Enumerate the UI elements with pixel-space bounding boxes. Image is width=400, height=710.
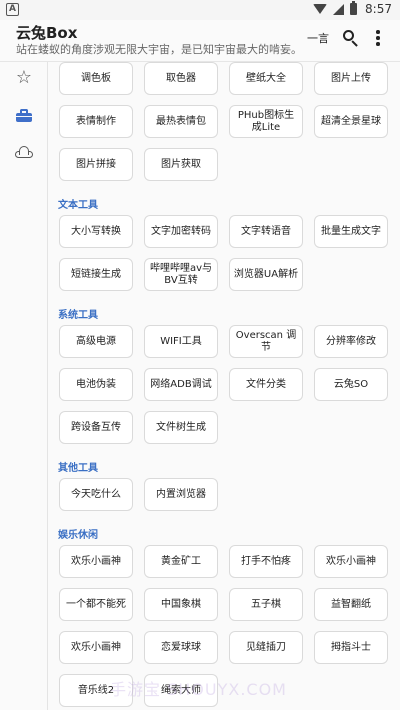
tool-button[interactable]: 益智翻纸: [314, 588, 388, 621]
tools-nav-item[interactable]: [12, 103, 36, 127]
status-bar: A 8:57: [0, 0, 400, 20]
signal-icon: [333, 3, 345, 15]
favorites-nav-item[interactable]: ☆: [12, 66, 36, 90]
tool-button[interactable]: 内置浏览器: [144, 478, 218, 511]
tool-button[interactable]: PHub图标生成Lite: [229, 105, 303, 138]
tool-button[interactable]: 打手不怕疼: [229, 545, 303, 578]
app-bar: 云兔Box 站在蝼蚁的角度涉观无限大宇宙，是已知宇宙最大的啃妄。 一言: [0, 20, 400, 62]
tool-button[interactable]: 今天吃什么: [59, 478, 133, 511]
tool-button[interactable]: 文字加密转码: [144, 215, 218, 248]
more-vert-icon[interactable]: [372, 30, 384, 46]
tool-button[interactable]: Overscan 调节: [229, 325, 303, 358]
app-subtitle: 站在蝼蚁的角度涉观无限大宇宙，是已知宇宙最大的啃妄。: [16, 43, 302, 56]
app-title: 云兔Box: [16, 24, 78, 42]
battery-icon: [350, 1, 358, 15]
tool-button[interactable]: 图片获取: [144, 148, 218, 181]
tool-button[interactable]: 批量生成文字: [314, 215, 388, 248]
navigation-rail: ☆: [0, 62, 48, 710]
notification-app-icon: A: [6, 3, 19, 16]
tools-grid: 调色板 取色器 壁纸大全 图片上传表情制作 最热表情包 PHub图标生成Lite 超清全景星…: [48, 62, 400, 710]
tool-button[interactable]: 欢乐小画神: [59, 545, 133, 578]
tool-button[interactable]: 跨设备互传: [59, 411, 133, 444]
tool-button[interactable]: 云兔SO: [314, 368, 388, 401]
tool-button[interactable]: 欢乐小画神: [314, 545, 388, 578]
tool-button[interactable]: 哔哩哔哩av与BV互转: [144, 258, 218, 291]
cloud-icon: [15, 146, 33, 158]
tool-button[interactable]: 大小写转换: [59, 215, 133, 248]
tool-button[interactable]: 五子棋: [229, 588, 303, 621]
tool-button[interactable]: 文件分类: [229, 368, 303, 401]
status-icons: 8:57: [313, 1, 392, 16]
tool-button[interactable]: 见缝插刀: [229, 631, 303, 664]
tool-button[interactable]: 黄金矿工: [144, 545, 218, 578]
tool-button[interactable]: WIFI工具: [144, 325, 218, 358]
tool-button[interactable]: 一个都不能死: [59, 588, 133, 621]
tool-button[interactable]: 拇指斗士: [314, 631, 388, 664]
tool-button[interactable]: 电池伪装: [59, 368, 133, 401]
cloud-nav-item[interactable]: [12, 140, 36, 164]
yiyan-button[interactable]: 一言: [307, 30, 329, 46]
watermark: 手游宝 SHOUYX.COM: [110, 680, 287, 699]
tool-button[interactable]: 恋爱球球: [144, 631, 218, 664]
tool-button[interactable]: 最热表情包: [144, 105, 218, 138]
tool-button[interactable]: 文件树生成: [144, 411, 218, 444]
tool-button[interactable]: 文字转语音: [229, 215, 303, 248]
tool-button[interactable]: 高级电源: [59, 325, 133, 358]
section-title: 文本工具: [58, 200, 98, 211]
tool-button[interactable]: 浏览器UA解析: [229, 258, 303, 291]
tool-button[interactable]: 欢乐小画神: [59, 631, 133, 664]
tool-button[interactable]: 图片上传: [314, 62, 388, 95]
tool-button[interactable]: 调色板: [59, 62, 133, 95]
wifi-icon: [313, 4, 328, 14]
tool-button[interactable]: 表情制作: [59, 105, 133, 138]
tool-button[interactable]: 图片拼接: [59, 148, 133, 181]
section-title: 系统工具: [58, 310, 98, 321]
tool-button[interactable]: 短链接生成: [59, 258, 133, 291]
tool-button[interactable]: 壁纸大全: [229, 62, 303, 95]
clock: 8:57: [365, 2, 392, 16]
tool-button[interactable]: 分辨率修改: [314, 325, 388, 358]
search-icon[interactable]: [342, 29, 360, 47]
star-icon: ☆: [15, 67, 33, 88]
tool-button[interactable]: 网络ADB调试: [144, 368, 218, 401]
tool-button[interactable]: 超清全景星球: [314, 105, 388, 138]
toolbox-icon: [16, 108, 32, 122]
section-title: 其他工具: [58, 463, 98, 474]
tool-button[interactable]: 取色器: [144, 62, 218, 95]
section-title: 娱乐休闲: [58, 530, 98, 541]
tool-button[interactable]: 中国象棋: [144, 588, 218, 621]
